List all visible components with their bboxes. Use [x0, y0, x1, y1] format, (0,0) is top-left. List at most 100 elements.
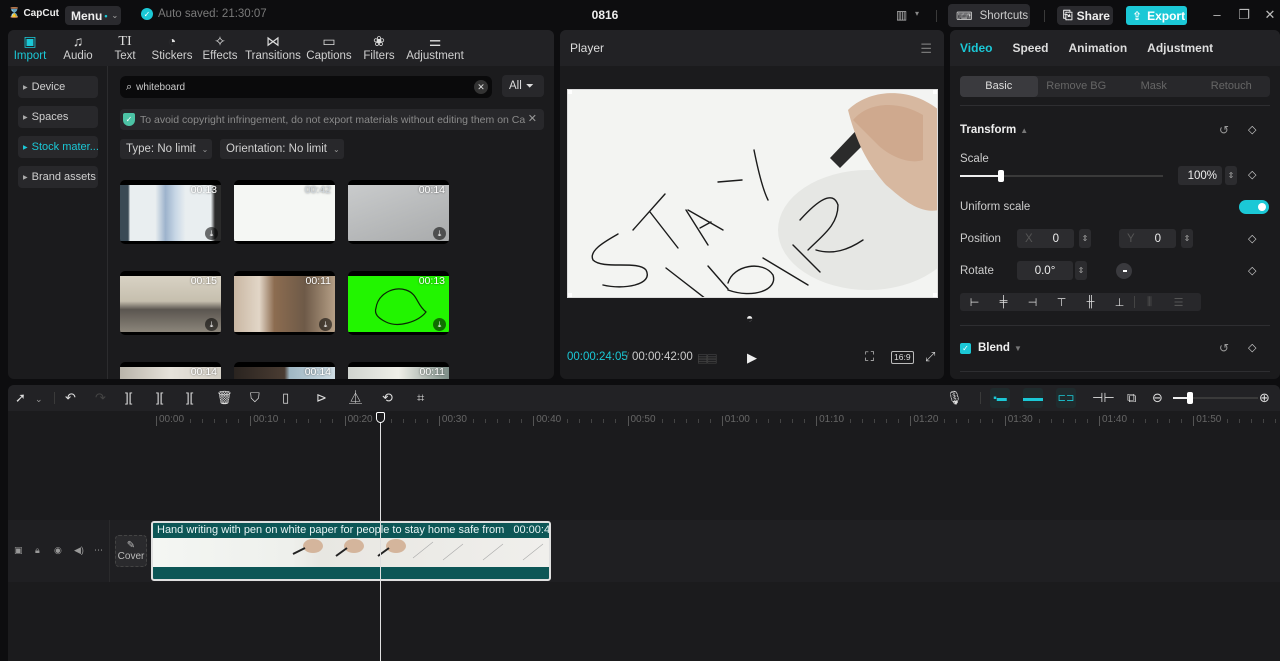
tab-video[interactable]: Video — [960, 41, 992, 55]
tab-text[interactable]: TI Text — [104, 30, 146, 66]
cover-button[interactable]: ✎ Cover — [115, 535, 147, 567]
chevron-down-icon[interactable]: ⌄ — [35, 392, 43, 407]
scale-stepper[interactable]: ⇕ — [1225, 166, 1237, 185]
blend-section-header[interactable]: ✓ Blend ▼ — [960, 342, 1022, 354]
chevron-down-icon[interactable]: ▾ — [915, 9, 919, 18]
lock-icon[interactable]: 🔒︎ — [35, 545, 40, 556]
close-notice-icon[interactable]: ✕ — [528, 112, 537, 125]
audio-icon[interactable]: ◀) — [74, 545, 84, 556]
subtab-retouch[interactable]: Retouch — [1193, 76, 1271, 97]
position-y-input[interactable]: Y 0 — [1119, 229, 1176, 248]
zoom-in-icon[interactable]: ⊕ — [1259, 390, 1270, 405]
video-clip[interactable]: Hand writing with pen on white paper for… — [151, 521, 551, 581]
uniform-scale-toggle[interactable] — [1239, 200, 1269, 214]
distribute-h-icon[interactable]: ⫼ — [1135, 296, 1164, 309]
crop-handle[interactable] — [568, 90, 572, 94]
download-icon[interactable]: ⤓ — [433, 318, 446, 331]
rotation-dial[interactable] — [1116, 263, 1132, 279]
align-left-icon[interactable]: ⊢ — [960, 296, 989, 309]
split-icon[interactable]: ][ — [125, 390, 132, 405]
tab-audio[interactable]: ♫ Audio — [52, 30, 104, 66]
minimize-icon[interactable]: – — [1210, 7, 1224, 22]
auto-snap-icon[interactable]: ▬▬ — [1023, 388, 1043, 408]
keyframe-icon[interactable]: ◇ — [1248, 168, 1256, 181]
orientation-filter-dropdown[interactable]: Orientation: No limit ⌄ — [220, 139, 344, 159]
position-x-input[interactable]: X 0 — [1017, 229, 1074, 248]
stock-thumbnail[interactable]: 00:14 ⤓ — [348, 180, 449, 244]
freeze-frame-icon[interactable]: ▯ — [282, 390, 289, 405]
align-middle-v-icon[interactable]: ╫ — [1076, 296, 1105, 308]
reverse-icon[interactable]: ⊳ — [316, 390, 327, 405]
split-left-icon[interactable]: ][ — [156, 390, 163, 405]
subtab-remove-bg[interactable]: Remove BG — [1038, 76, 1116, 97]
position-x-stepper[interactable]: ⇕ — [1079, 229, 1091, 248]
tab-transitions[interactable]: ⋈ Transitions — [242, 30, 304, 66]
play-icon[interactable]: ▶ — [747, 350, 757, 366]
timeline-ruler[interactable]: 00:00 00:10 00:20 00:30 00:40 00:50 01:00 01:10… — [8, 411, 1280, 429]
zoom-fit-icon[interactable]: ⛶ — [865, 349, 874, 365]
stock-thumbnail[interactable]: 00:11 ⤓ — [234, 271, 335, 335]
search-input[interactable]: ⌕ whiteboard ✕ — [120, 76, 492, 98]
tab-stickers[interactable]: ◔ Stickers — [146, 30, 198, 66]
reset-icon[interactable]: ↺ — [1219, 341, 1229, 355]
select-cursor-icon[interactable]: ➚ — [15, 390, 26, 405]
aspect-ratio-button[interactable]: 16:9 — [891, 351, 914, 364]
scale-input[interactable]: 100% — [1178, 166, 1222, 185]
sidebar-item-spaces[interactable]: ▶ Spaces — [18, 106, 98, 128]
transform-section-header[interactable]: Transform ▲ — [960, 124, 1028, 136]
stock-thumbnail[interactable]: 00:14 — [120, 362, 221, 379]
slider-knob[interactable] — [997, 170, 1004, 182]
slider-knob[interactable] — [1187, 392, 1193, 404]
playhead-line[interactable] — [380, 415, 381, 661]
timeline-zoom-slider[interactable] — [1173, 392, 1258, 404]
stock-thumbnail[interactable]: 00:13 ⤓ — [120, 180, 221, 244]
fullscreen-icon[interactable]: ⤢ — [925, 349, 935, 365]
align-bottom-icon[interactable]: ⊥ — [1105, 296, 1134, 309]
split-right-icon[interactable]: ][ — [186, 390, 193, 405]
keyframe-icon[interactable]: ◇ — [1248, 232, 1256, 245]
distribute-v-icon[interactable]: ☰ — [1164, 296, 1193, 309]
subtab-mask[interactable]: Mask — [1115, 76, 1193, 97]
rotate-handle-icon[interactable]: ◓ — [746, 311, 753, 325]
close-icon[interactable]: ✕ — [1263, 7, 1277, 23]
stock-thumbnail[interactable]: 00:11 — [348, 362, 449, 379]
playhead-handle[interactable] — [376, 412, 385, 423]
crop-handle[interactable] — [568, 293, 572, 297]
stock-thumbnail[interactable]: 00:14 — [234, 362, 335, 379]
tab-filters[interactable]: ❀ Filters — [354, 30, 404, 66]
position-y-stepper[interactable]: ⇕ — [1181, 229, 1193, 248]
linkage-icon[interactable]: ⊏⊐ — [1056, 388, 1076, 408]
restore-icon[interactable]: ❐ — [1237, 7, 1251, 23]
microphone-icon[interactable]: 🎙 — [946, 390, 963, 405]
share-button[interactable]: ⎘ Share — [1057, 6, 1113, 25]
zoom-out-icon[interactable]: ⊖ — [1152, 390, 1163, 405]
scale-slider[interactable] — [960, 170, 1163, 182]
sidebar-item-brand-assets[interactable]: ▶ Brand assets — [18, 166, 98, 188]
tab-effects[interactable]: ✧ Effects — [198, 30, 242, 66]
redo-icon[interactable]: ↷ — [95, 390, 106, 405]
download-icon[interactable]: ⤓ — [433, 227, 446, 240]
tab-adjustment[interactable]: ⚌ Adjustment — [404, 30, 466, 66]
keyframe-icon[interactable]: ◇ — [1248, 123, 1256, 136]
layout-icon[interactable]: ▥ — [896, 8, 907, 22]
type-filter-dropdown[interactable]: Type: No limit ⌄ — [120, 139, 212, 159]
tab-captions[interactable]: ▭ Captions — [304, 30, 354, 66]
rotate-icon[interactable]: ⟲ — [382, 390, 393, 405]
crop-handle[interactable] — [933, 293, 937, 297]
keyframe-icon[interactable]: ◇ — [1248, 341, 1256, 354]
marker-icon[interactable]: ⛉ — [250, 390, 260, 405]
align-right-icon[interactable]: ⊣ — [1018, 296, 1047, 309]
more-icon[interactable]: ⋯ — [94, 545, 103, 556]
blend-checkbox[interactable]: ✓ — [960, 342, 971, 354]
zoom-to-fit-icon[interactable]: ⧉ — [1127, 390, 1136, 405]
crop-icon[interactable]: ⌗ — [417, 390, 424, 405]
eye-icon[interactable]: ◉ — [54, 545, 62, 556]
tab-adjustment[interactable]: Adjustment — [1147, 41, 1213, 55]
sidebar-item-device[interactable]: ▶ Device — [18, 76, 98, 98]
subtab-basic[interactable]: Basic — [960, 76, 1038, 97]
tab-animation[interactable]: Animation — [1068, 41, 1127, 55]
main-track-magnet-icon[interactable]: ▪▬ — [990, 388, 1010, 408]
download-icon[interactable]: ⤓ — [205, 227, 218, 240]
tab-speed[interactable]: Speed — [1012, 41, 1048, 55]
stock-thumbnail[interactable]: 00:15 ⤓ — [120, 271, 221, 335]
